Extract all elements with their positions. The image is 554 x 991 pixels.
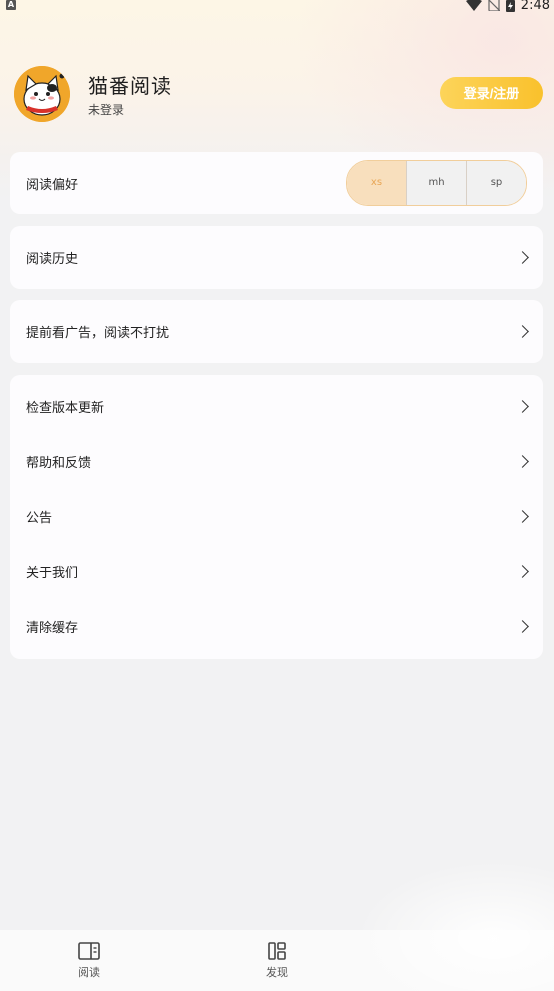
book-icon — [78, 942, 100, 960]
ads-card: 提前看广告，阅读不打扰 — [10, 300, 543, 363]
status-time: 2:48 — [520, 0, 550, 13]
chevron-right-icon — [516, 564, 529, 578]
announcement-label: 公告 — [26, 511, 53, 526]
status-bar: A 2:48 — [0, 0, 554, 14]
chevron-right-icon — [516, 509, 529, 523]
reading-history-card: 阅读历史 — [10, 226, 543, 289]
status-right: 2:48 — [465, 0, 550, 13]
pref-option-sp[interactable]: sp — [466, 161, 526, 205]
clear-cache-row[interactable]: 清除缓存 — [10, 599, 543, 654]
watch-ads-label: 提前看广告，阅读不打扰 — [26, 326, 170, 341]
login-status: 未登录 — [88, 103, 125, 117]
chevron-right-icon — [516, 619, 529, 633]
about-us-label: 关于我们 — [26, 566, 79, 581]
notification-indicator: A — [6, 0, 16, 10]
login-register-button[interactable]: 登录/注册 — [440, 77, 543, 109]
battery-charging-icon — [505, 0, 515, 12]
check-update-row[interactable]: 检查版本更新 — [10, 379, 543, 434]
reading-preference-card: 阅读偏好 xs mh sp — [10, 152, 543, 214]
chevron-right-icon — [516, 250, 529, 264]
reading-history-row[interactable]: 阅读历史 — [10, 226, 543, 289]
discover-icon — [268, 942, 286, 960]
avatar[interactable] — [14, 66, 70, 122]
chevron-right-icon — [516, 399, 529, 413]
check-update-label: 检查版本更新 — [26, 401, 105, 416]
cat-avatar-icon — [14, 66, 70, 122]
clear-cache-label: 清除缓存 — [26, 621, 79, 636]
reading-history-label: 阅读历史 — [26, 252, 79, 267]
about-us-row[interactable]: 关于我们 — [10, 544, 543, 599]
bottom-navigation: 阅读 发现 — [0, 930, 554, 991]
help-feedback-row[interactable]: 帮助和反馈 — [10, 434, 543, 489]
reading-preference-row: 阅读偏好 xs mh sp — [10, 152, 543, 214]
watch-ads-row[interactable]: 提前看广告，阅读不打扰 — [10, 300, 543, 363]
reading-preference-segmented-control: xs mh sp — [346, 160, 527, 206]
nav-label-read: 阅读 — [78, 966, 100, 979]
chevron-right-icon — [516, 454, 529, 468]
help-feedback-label: 帮助和反馈 — [26, 456, 92, 471]
wifi-icon — [465, 0, 482, 11]
pref-option-xs[interactable]: xs — [347, 161, 406, 205]
nav-label-discover: 发现 — [266, 966, 288, 979]
nav-item-discover[interactable]: 发现 — [237, 930, 317, 980]
app-name: 猫番阅读 — [88, 74, 172, 98]
announcement-row[interactable]: 公告 — [10, 489, 543, 544]
reading-preference-label: 阅读偏好 — [26, 177, 79, 193]
no-sim-icon — [487, 0, 500, 11]
chevron-right-icon — [516, 324, 529, 338]
nav-item-read[interactable]: 阅读 — [49, 930, 129, 980]
pref-option-mh[interactable]: mh — [406, 161, 466, 205]
settings-card: 检查版本更新 帮助和反馈 公告 关于我们 清除缓存 — [10, 375, 543, 659]
